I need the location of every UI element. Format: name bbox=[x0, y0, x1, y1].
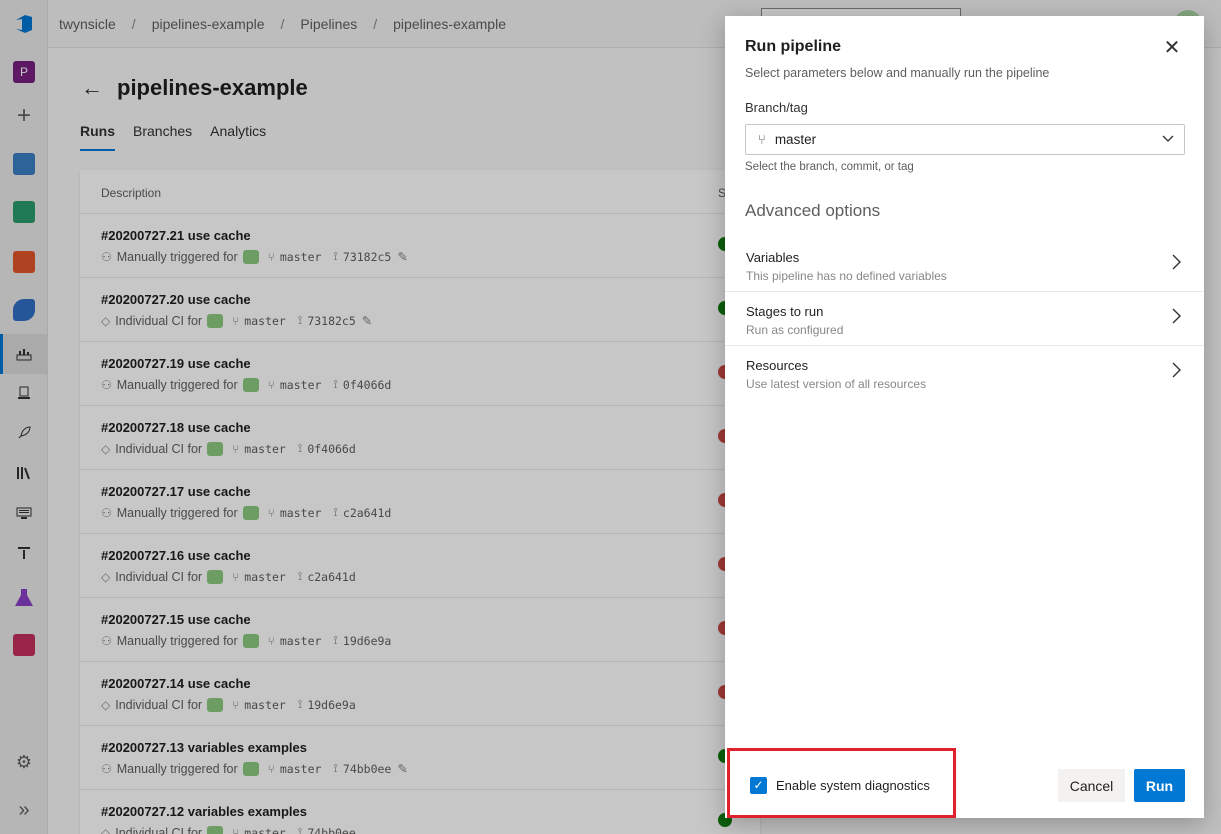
enable-diagnostics-label[interactable]: Enable system diagnostics bbox=[776, 778, 930, 793]
branch-icon: ⑂ bbox=[758, 132, 766, 147]
advanced-options-heading: Advanced options bbox=[745, 201, 881, 220]
panel-title: Run pipeline bbox=[745, 38, 841, 55]
chevron-right-icon bbox=[1172, 362, 1182, 383]
branch-help-text: Select the branch, commit, or tag bbox=[745, 161, 914, 173]
branch-tag-label: Branch/tag bbox=[745, 100, 808, 115]
option-description: Use latest version of all resources bbox=[746, 377, 927, 391]
option-title: Stages to run bbox=[746, 304, 824, 319]
option-title: Variables bbox=[746, 250, 800, 265]
option-description: This pipeline has no defined variables bbox=[746, 269, 947, 283]
option-stages-to-run[interactable]: Stages to run Run as configured bbox=[725, 292, 1204, 346]
chevron-right-icon bbox=[1172, 254, 1182, 275]
chevron-down-icon bbox=[1162, 132, 1174, 146]
enable-diagnostics-checkbox[interactable]: ✓ bbox=[750, 777, 767, 794]
option-description: Run as configured bbox=[746, 323, 844, 337]
branch-tag-dropdown[interactable]: ⑂ master bbox=[745, 124, 1185, 155]
option-resources[interactable]: Resources Use latest version of all reso… bbox=[725, 346, 1204, 400]
run-button[interactable]: Run bbox=[1134, 769, 1185, 802]
option-variables[interactable]: Variables This pipeline has no defined v… bbox=[725, 238, 1204, 292]
chevron-right-icon bbox=[1172, 308, 1182, 329]
run-pipeline-panel: Run pipeline Select parameters below and… bbox=[725, 16, 1204, 818]
branch-value: master bbox=[774, 132, 817, 147]
panel-subtitle: Select parameters below and manually run… bbox=[745, 66, 1050, 80]
option-title: Resources bbox=[746, 358, 809, 373]
close-icon[interactable]: ✕ bbox=[1162, 38, 1182, 58]
cancel-button[interactable]: Cancel bbox=[1058, 769, 1125, 802]
